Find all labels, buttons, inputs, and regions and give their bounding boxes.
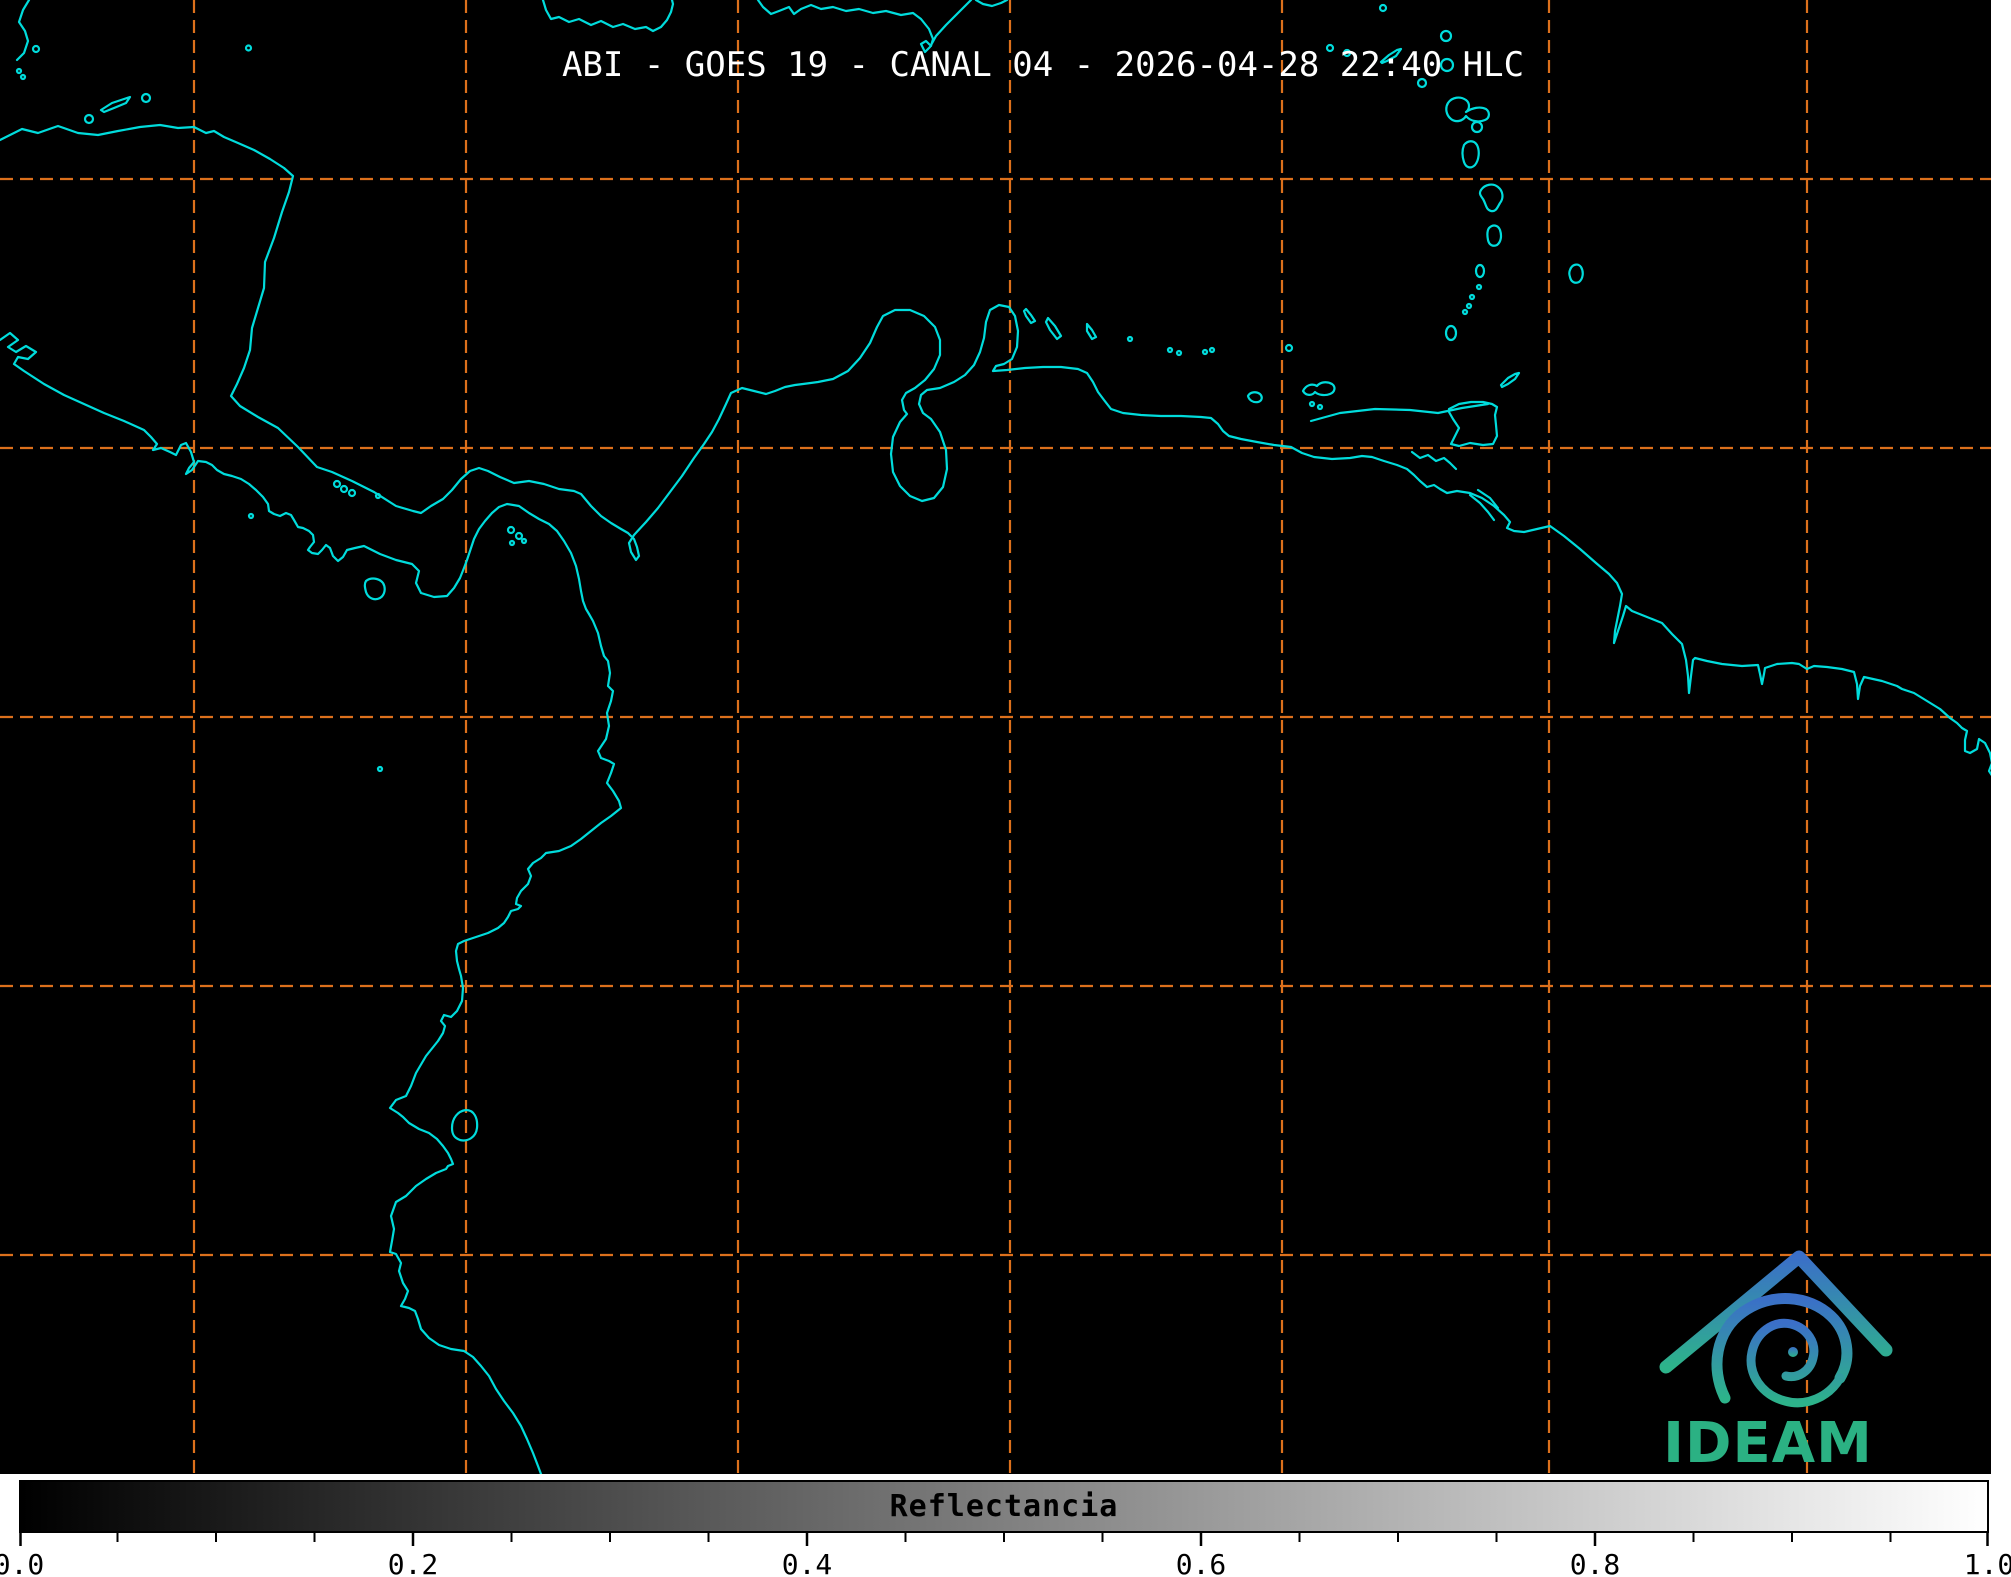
satellite-map: IDEAM ABI - GOES 19 - CANAL 04 - 2026-04… bbox=[0, 0, 1991, 1474]
coastlines-group bbox=[0, 0, 1991, 1474]
image-title: ABI - GOES 19 - CANAL 04 - 2026-04-28 22… bbox=[561, 45, 1525, 85]
satellite-product-view: IDEAM ABI - GOES 19 - CANAL 04 - 2026-04… bbox=[0, 0, 2011, 1577]
ideam-logo: IDEAM bbox=[1659, 1250, 1893, 1474]
colorbar-tick-label: 0.6 bbox=[1175, 1548, 1227, 1577]
graticule bbox=[0, 0, 1991, 1474]
logo-wordmark: IDEAM bbox=[1663, 1411, 1873, 1474]
coastline-honduras-islets bbox=[15, 0, 253, 125]
colorbar-tick-label: 0.0 bbox=[0, 1548, 45, 1577]
colorbar-tick-label: 1.0 bbox=[1963, 1548, 2011, 1577]
coastline-pacific-islands bbox=[247, 479, 528, 1142]
reflectance-colorbar: Reflectancia bbox=[19, 1480, 1989, 1533]
logo-swirl-inner-icon bbox=[1746, 1318, 1845, 1408]
colorbar-label: Reflectancia bbox=[889, 1489, 1119, 1524]
map-canvas: IDEAM bbox=[0, 0, 1991, 1474]
colorbar-tick-label: 0.4 bbox=[781, 1548, 833, 1577]
logo-mountain-roof-icon bbox=[1659, 1250, 1893, 1374]
logo-swirl-eye-icon bbox=[1788, 1347, 1798, 1357]
colorbar-footer: Reflectancia 0.0 0.2 0.4 0.6 0.8 1.0 bbox=[0, 1474, 2011, 1577]
coastline-pacific-mainland bbox=[0, 331, 623, 1474]
coastline-venezuela-islands bbox=[1022, 307, 1490, 423]
logo-swirl-outer-icon bbox=[1711, 1293, 1853, 1404]
colorbar-axis-ticks bbox=[19, 1533, 1989, 1546]
colorbar-tick-label: 0.2 bbox=[387, 1548, 439, 1577]
colorbar-tick-label: 0.8 bbox=[1569, 1548, 1621, 1577]
coastline-caribbean-mainland bbox=[0, 123, 1991, 776]
